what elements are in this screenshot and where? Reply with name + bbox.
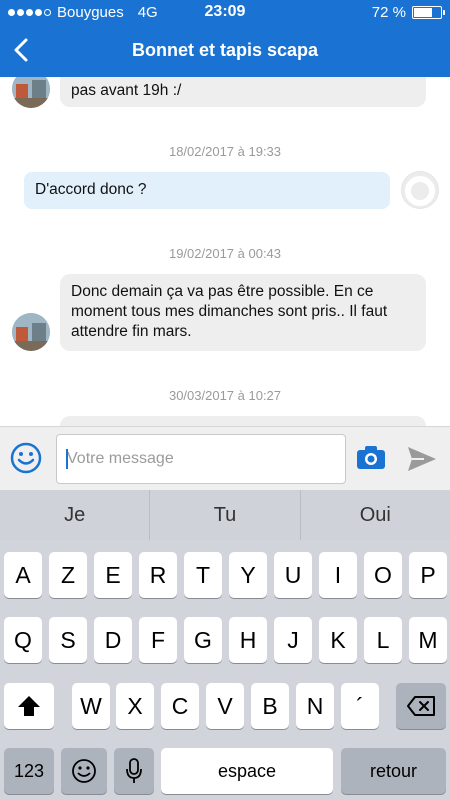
message-input[interactable]	[56, 434, 346, 484]
shift-arrow-icon	[18, 696, 40, 716]
key[interactable]: G	[184, 617, 222, 663]
message-list[interactable]: pas avant 19h :/ 18/02/2017 à 19:33 D'ac…	[0, 77, 450, 426]
key[interactable]: B	[251, 683, 289, 729]
key[interactable]: I	[319, 552, 357, 598]
key[interactable]: H	[229, 617, 267, 663]
message-timestamp: 19/02/2017 à 00:43	[168, 246, 282, 261]
message-text: D'accord donc ?	[35, 181, 147, 198]
keyboard: Je Tu Oui A Z E R T Y U I O P Q S D F G …	[0, 490, 450, 800]
message-bubble-incoming	[60, 416, 426, 426]
suggestion-item[interactable]: Tu	[150, 490, 301, 540]
conversation-title: Bonnet et tapis scapa	[131, 40, 319, 60]
contact-avatar	[12, 77, 50, 108]
app-header: Bouygues 4G 23:09 72 % Bonnet et tapis s…	[0, 0, 450, 77]
key[interactable]: W	[72, 683, 110, 729]
message-composer	[0, 426, 450, 490]
shift-key[interactable]	[4, 683, 54, 729]
suggestion-item[interactable]: Oui	[301, 490, 450, 540]
nav-bar: Bonnet et tapis scapa	[0, 26, 450, 77]
message-text: Donc demain ça va pas être possible. En …	[71, 283, 388, 340]
key[interactable]: C	[161, 683, 199, 729]
return-key[interactable]: retour	[341, 748, 446, 794]
key[interactable]: J	[274, 617, 312, 663]
suggestion-item[interactable]: Je	[0, 490, 151, 540]
key[interactable]: U	[274, 552, 312, 598]
status-bar: Bouygues 4G 23:09 72 %	[0, 0, 450, 26]
key[interactable]: L	[364, 617, 402, 663]
message-text: pas avant 19h :/	[71, 82, 182, 99]
message-bubble-incoming: pas avant 19h :/	[60, 77, 426, 107]
key[interactable]: T	[184, 552, 222, 598]
key[interactable]: D	[94, 617, 132, 663]
microphone-icon	[126, 758, 142, 783]
smiley-icon[interactable]	[9, 441, 43, 475]
numbers-key[interactable]: 123	[4, 748, 54, 794]
key[interactable]: Q	[4, 617, 42, 663]
key[interactable]: S	[49, 617, 87, 663]
key[interactable]: Y	[229, 552, 267, 598]
key[interactable]: R	[139, 552, 177, 598]
key[interactable]: M	[409, 617, 447, 663]
contact-avatar	[12, 313, 50, 351]
key[interactable]: N	[296, 683, 334, 729]
key[interactable]: A	[4, 552, 42, 598]
emoji-key[interactable]	[61, 748, 107, 794]
key[interactable]: O	[364, 552, 402, 598]
user-avatar	[401, 171, 439, 209]
message-bubble-incoming: Donc demain ça va pas être possible. En …	[60, 274, 426, 351]
battery-percent: 72 %	[371, 4, 406, 21]
message-timestamp: 18/02/2017 à 19:33	[168, 144, 282, 159]
smiley-icon	[72, 759, 96, 783]
message-bubble-outgoing: D'accord donc ?	[24, 172, 390, 209]
camera-icon[interactable]	[356, 445, 386, 471]
key[interactable]: X	[116, 683, 154, 729]
backspace-icon	[407, 696, 435, 716]
key[interactable]: ´	[341, 683, 379, 729]
key[interactable]: E	[94, 552, 132, 598]
key[interactable]: P	[409, 552, 447, 598]
space-key[interactable]: espace	[161, 748, 333, 794]
key[interactable]: V	[206, 683, 244, 729]
battery-icon	[412, 6, 445, 19]
key[interactable]: K	[319, 617, 357, 663]
key[interactable]: Z	[49, 552, 87, 598]
suggestion-bar: Je Tu Oui	[0, 490, 450, 540]
dictation-key[interactable]	[114, 748, 154, 794]
message-timestamp: 30/03/2017 à 10:27	[168, 388, 282, 403]
key[interactable]: F	[139, 617, 177, 663]
send-icon[interactable]	[406, 445, 438, 473]
text-cursor	[66, 449, 68, 469]
backspace-key[interactable]	[396, 683, 446, 729]
